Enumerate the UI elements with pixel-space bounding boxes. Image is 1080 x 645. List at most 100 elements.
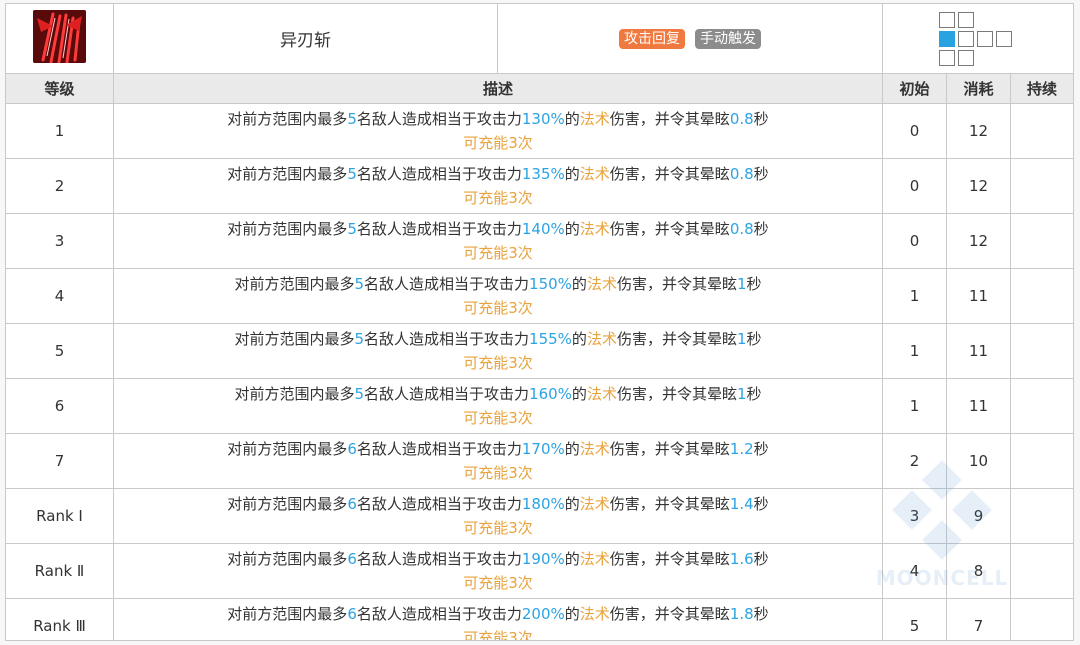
skill-icon-cell xyxy=(6,4,114,73)
red-blade-icon xyxy=(33,10,86,63)
table-row: 6 对前方范围内最多5名敌人造成相当于攻击力160%的法术伤害，并令其晕眩1秒 … xyxy=(6,379,1073,434)
row-desc: 对前方范围内最多5名敌人造成相当于攻击力135%的法术伤害，并令其晕眩0.8秒 … xyxy=(114,159,883,213)
stun-duration: 1 xyxy=(736,330,747,348)
target-count: 6 xyxy=(347,605,357,623)
atk-percent: 140% xyxy=(521,220,565,238)
row-cost: 7 xyxy=(947,599,1011,640)
sp-recovery-tag: 攻击回复 xyxy=(619,28,685,49)
row-desc: 对前方范围内最多5名敌人造成相当于攻击力130%的法术伤害，并令其晕眩0.8秒 … xyxy=(114,104,883,158)
desc-line2: 可充能3次 xyxy=(463,134,533,152)
range-cell xyxy=(939,50,955,66)
row-desc: 对前方范围内最多6名敌人造成相当于攻击力180%的法术伤害，并令其晕眩1.4秒 … xyxy=(114,489,883,543)
desc-line1: 对前方范围内最多6名敌人造成相当于攻击力190%的法术伤害，并令其晕眩1.6秒 xyxy=(227,550,769,568)
row-duration xyxy=(1011,104,1073,158)
skill-header: 异刃斩 攻击回复 手动触发 xyxy=(6,4,1073,74)
row-level: 3 xyxy=(6,214,114,268)
row-desc: 对前方范围内最多5名敌人造成相当于攻击力140%的法术伤害，并令其晕眩0.8秒 … xyxy=(114,214,883,268)
skill-name: 异刃斩 xyxy=(114,4,498,73)
skill-tags: 攻击回复 手动触发 xyxy=(498,4,883,73)
target-count: 5 xyxy=(347,220,357,238)
damage-type: 法术 xyxy=(579,110,610,128)
atk-percent: 150% xyxy=(529,275,572,293)
stun-duration: 0.8 xyxy=(729,220,754,238)
row-init: 4 xyxy=(883,544,947,598)
stun-duration: 1.6 xyxy=(729,550,754,568)
stun-duration: 1 xyxy=(736,275,747,293)
header-init: 初始 xyxy=(883,74,947,103)
target-count: 6 xyxy=(347,550,357,568)
table-header: 等级 描述 初始 消耗 持续 xyxy=(6,74,1073,104)
range-self-cell xyxy=(939,31,955,47)
row-duration xyxy=(1011,544,1073,598)
table-row: 4 对前方范围内最多5名敌人造成相当于攻击力150%的法术伤害，并令其晕眩1秒 … xyxy=(6,269,1073,324)
row-init: 5 xyxy=(883,599,947,640)
attack-range xyxy=(883,4,1073,73)
atk-percent: 155% xyxy=(529,330,572,348)
damage-type: 法术 xyxy=(579,550,610,568)
desc-line2: 可充能3次 xyxy=(463,354,533,372)
atk-percent: 190% xyxy=(521,550,565,568)
header-duration: 持续 xyxy=(1026,80,1057,98)
row-init: 3 xyxy=(883,489,947,543)
range-cell xyxy=(977,31,993,47)
stun-duration: 1 xyxy=(736,385,747,403)
row-cost: 9 xyxy=(947,489,1011,543)
table-row: 2 对前方范围内最多5名敌人造成相当于攻击力135%的法术伤害，并令其晕眩0.8… xyxy=(6,159,1073,214)
range-cell xyxy=(958,12,974,28)
table-row: 5 对前方范围内最多5名敌人造成相当于攻击力155%的法术伤害，并令其晕眩1秒 … xyxy=(6,324,1073,379)
desc-line1: 对前方范围内最多5名敌人造成相当于攻击力130%的法术伤害，并令其晕眩0.8秒 xyxy=(227,110,769,128)
damage-type: 法术 xyxy=(586,275,617,293)
row-level: Rank Ⅰ xyxy=(6,489,114,543)
desc-line2: 可充能3次 xyxy=(463,464,533,482)
desc-line1: 对前方范围内最多5名敌人造成相当于攻击力155%的法术伤害，并令其晕眩1秒 xyxy=(234,330,762,348)
table-row: 7 对前方范围内最多6名敌人造成相当于攻击力170%的法术伤害，并令其晕眩1.2… xyxy=(6,434,1073,489)
atk-percent: 170% xyxy=(521,440,565,458)
row-init: 2 xyxy=(883,434,947,488)
row-duration xyxy=(1011,324,1073,378)
target-count: 5 xyxy=(347,165,357,183)
desc-line2: 可充能3次 xyxy=(463,629,533,641)
stun-duration: 1.8 xyxy=(729,605,754,623)
row-level: 6 xyxy=(6,379,114,433)
desc-line1: 对前方范围内最多6名敌人造成相当于攻击力200%的法术伤害，并令其晕眩1.8秒 xyxy=(227,605,769,623)
row-duration xyxy=(1011,379,1073,433)
atk-percent: 180% xyxy=(521,495,565,513)
row-level: 4 xyxy=(6,269,114,323)
row-init: 1 xyxy=(883,324,947,378)
atk-percent: 135% xyxy=(521,165,565,183)
row-init: 0 xyxy=(883,159,947,213)
row-cost: 11 xyxy=(947,324,1011,378)
header-level: 等级 xyxy=(6,74,114,103)
stun-duration: 1.2 xyxy=(729,440,754,458)
row-duration xyxy=(1011,489,1073,543)
desc-line2: 可充能3次 xyxy=(463,299,533,317)
header-cost: 消耗 xyxy=(947,74,1011,103)
damage-type: 法术 xyxy=(586,385,617,403)
row-desc: 对前方范围内最多6名敌人造成相当于攻击力190%的法术伤害，并令其晕眩1.6秒 … xyxy=(114,544,883,598)
row-init: 0 xyxy=(883,104,947,158)
table-body: 1 对前方范围内最多5名敌人造成相当于攻击力130%的法术伤害，并令其晕眩0.8… xyxy=(6,104,1073,641)
damage-type: 法术 xyxy=(579,605,610,623)
row-level: Rank Ⅱ xyxy=(6,544,114,598)
row-desc: 对前方范围内最多5名敌人造成相当于攻击力160%的法术伤害，并令其晕眩1秒 可充… xyxy=(114,379,883,433)
row-duration xyxy=(1011,434,1073,488)
row-init: 0 xyxy=(883,214,947,268)
row-cost: 8 xyxy=(947,544,1011,598)
row-duration xyxy=(1011,214,1073,268)
skill-table: 异刃斩 攻击回复 手动触发 等级 描述 初始 消耗 持续 1 对前方范围内最多5… xyxy=(5,3,1074,641)
row-cost: 12 xyxy=(947,159,1011,213)
table-row: 1 对前方范围内最多5名敌人造成相当于攻击力130%的法术伤害，并令其晕眩0.8… xyxy=(6,104,1073,159)
stun-duration: 0.8 xyxy=(729,165,754,183)
desc-line1: 对前方范围内最多5名敌人造成相当于攻击力150%的法术伤害，并令其晕眩1秒 xyxy=(234,275,762,293)
row-cost: 10 xyxy=(947,434,1011,488)
desc-line2: 可充能3次 xyxy=(463,519,533,537)
target-count: 5 xyxy=(354,385,365,403)
row-desc: 对前方范围内最多5名敌人造成相当于攻击力150%的法术伤害，并令其晕眩1秒 可充… xyxy=(114,269,883,323)
row-level: 1 xyxy=(6,104,114,158)
target-count: 5 xyxy=(354,330,365,348)
table-row: Rank Ⅰ 对前方范围内最多6名敌人造成相当于攻击力180%的法术伤害，并令其… xyxy=(6,489,1073,544)
row-level: Rank Ⅲ xyxy=(6,599,114,640)
desc-line1: 对前方范围内最多6名敌人造成相当于攻击力180%的法术伤害，并令其晕眩1.4秒 xyxy=(227,495,769,513)
range-cell xyxy=(958,31,974,47)
row-desc: 对前方范围内最多5名敌人造成相当于攻击力155%的法术伤害，并令其晕眩1秒 可充… xyxy=(114,324,883,378)
